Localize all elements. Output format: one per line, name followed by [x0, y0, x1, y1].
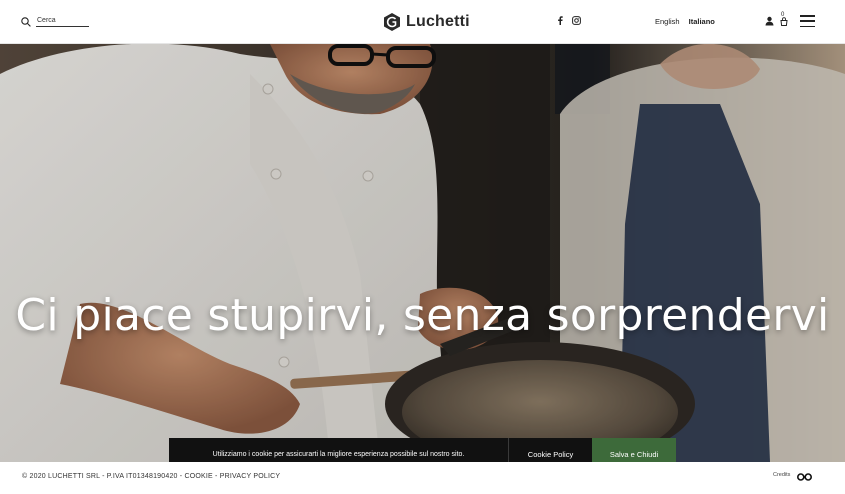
- user-icon[interactable]: [765, 16, 774, 26]
- facebook-icon[interactable]: [555, 16, 564, 25]
- search-icon[interactable]: [21, 17, 31, 27]
- logo[interactable]: Luchetti: [382, 11, 470, 33]
- site-footer: © 2020 LUCHETTI SRL - P.IVA IT0134819042…: [0, 462, 845, 494]
- site-header: Luchetti English Italiano 0: [0, 0, 845, 44]
- logo-mark-icon: [384, 13, 400, 31]
- hero-banner: Ci piace stupirvi, senza sorprendervi: [0, 44, 845, 462]
- lang-italiano[interactable]: Italiano: [689, 17, 715, 26]
- lang-english[interactable]: English: [655, 17, 680, 26]
- language-switcher: English Italiano: [655, 17, 715, 26]
- credits-logo-icon[interactable]: [797, 473, 812, 481]
- hero-title: Ci piace stupirvi, senza sorprendervi: [15, 290, 830, 341]
- social-links: [555, 16, 581, 25]
- logo-text: Luchetti: [406, 13, 470, 30]
- search-box: [21, 15, 91, 29]
- cart-button[interactable]: 0: [779, 12, 789, 27]
- footer-credits-link[interactable]: Credits: [773, 472, 790, 478]
- search-input[interactable]: [36, 15, 89, 27]
- hero-photo: [0, 44, 845, 462]
- instagram-icon[interactable]: [572, 16, 581, 25]
- hamburger-menu-icon[interactable]: [800, 15, 815, 27]
- cart-icon: [780, 17, 788, 26]
- footer-copyright: © 2020 LUCHETTI SRL - P.IVA IT0134819042…: [22, 473, 281, 480]
